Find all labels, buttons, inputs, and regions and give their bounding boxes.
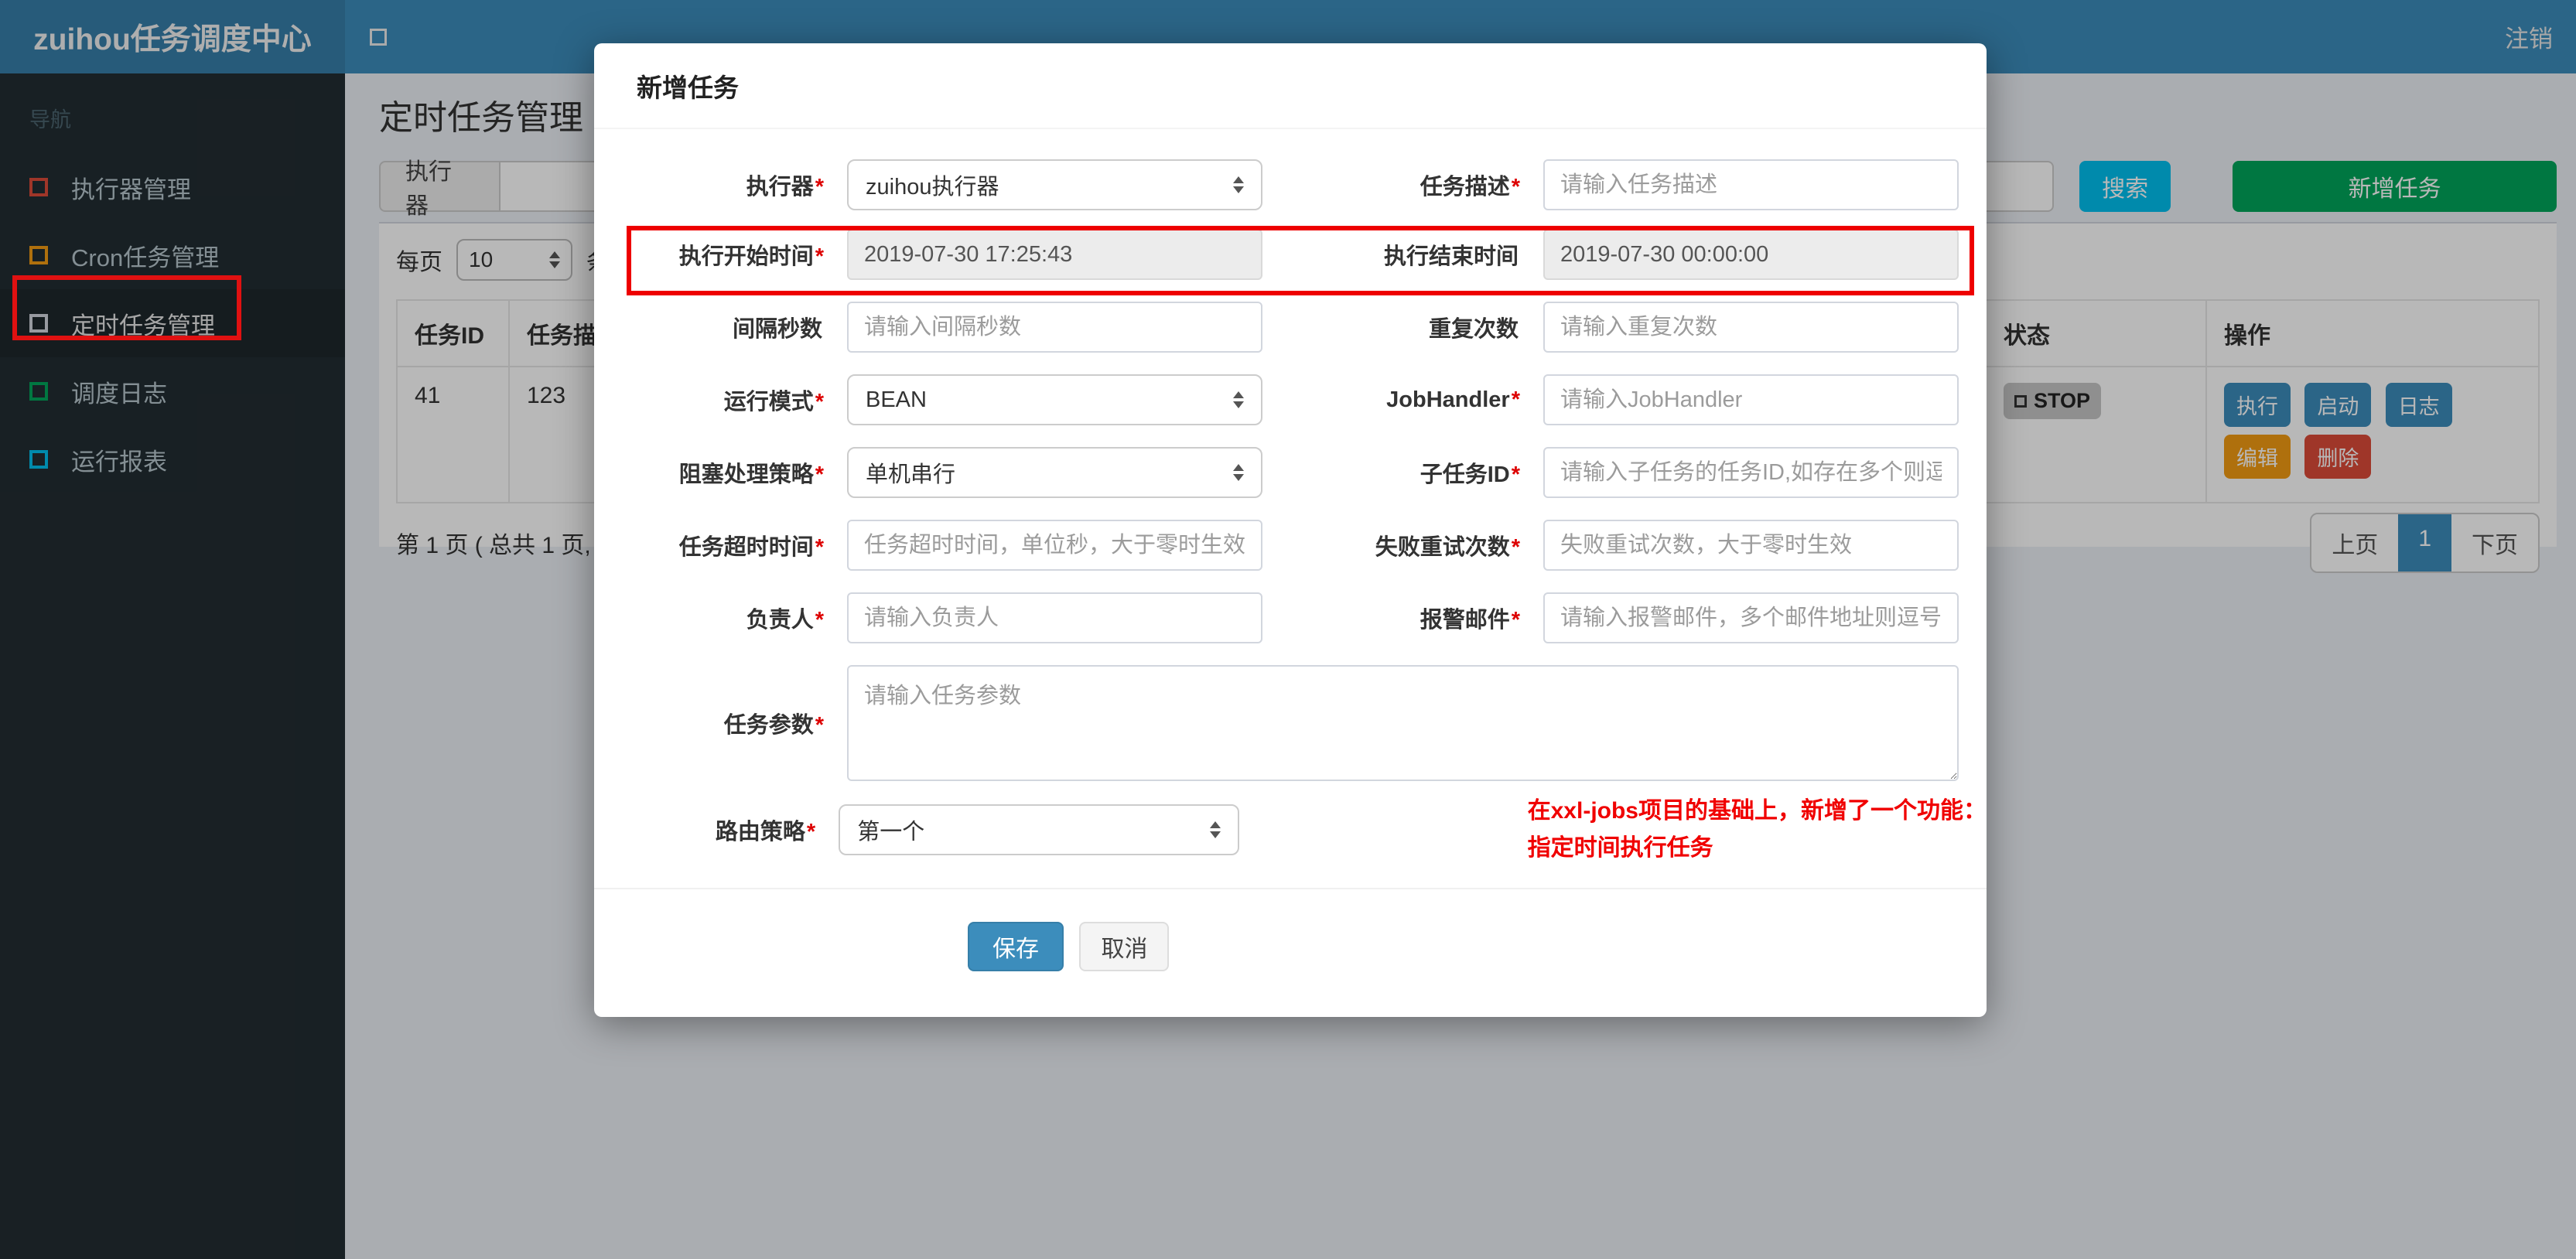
interval-input[interactable] — [847, 302, 1262, 353]
route-strategy-select[interactable]: 第一个 — [839, 804, 1239, 855]
modal-footer: 保存 取消 — [594, 888, 1987, 971]
job-handler-input[interactable] — [1543, 374, 1959, 425]
block-strategy-label: 阻塞处理策略* — [678, 462, 824, 487]
child-job-label: 子任务ID* — [1420, 462, 1520, 487]
owner-input[interactable] — [847, 592, 1262, 643]
feature-note-line2: 指定时间执行任务 — [1527, 835, 1713, 861]
block-strategy-select[interactable]: 单机串行 — [847, 447, 1262, 498]
start-time-input[interactable] — [847, 229, 1262, 280]
run-mode-label: 运行模式* — [723, 390, 824, 415]
feature-note: 在xxl-jobs项目的基础上，新增了一个功能： 指定时间执行任务 — [1528, 793, 1987, 867]
cancel-button[interactable]: 取消 — [1079, 922, 1170, 971]
screen: zuihou任务调度中心 注销 导航 执行器管理 Cron任务管理 定时任务管理… — [0, 0, 2576, 1259]
form-row: 运行模式* BEAN JobHandler* — [594, 374, 1987, 425]
timeout-label: 任务超时时间* — [678, 535, 824, 560]
select-carets-icon — [1233, 464, 1244, 481]
save-button[interactable]: 保存 — [968, 922, 1064, 971]
job-desc-label: 任务描述* — [1420, 175, 1520, 200]
end-time-input[interactable] — [1543, 229, 1959, 280]
executor-label: 执行器* — [746, 175, 824, 200]
select-carets-icon — [1233, 391, 1244, 408]
form-row: 阻塞处理策略* 单机串行 子任务ID* — [594, 447, 1987, 498]
end-time-label: 执行结束时间 — [1383, 244, 1519, 269]
retry-label: 失败重试次数* — [1375, 535, 1520, 560]
repeat-input[interactable] — [1543, 302, 1959, 353]
select-carets-icon — [1209, 821, 1221, 838]
feature-note-line1: 在xxl-jobs项目的基础上，新增了一个功能： — [1527, 798, 1987, 824]
form-row-job-param: 任务参数* — [594, 665, 1987, 781]
form-row: 任务超时时间* 失败重试次数* — [594, 520, 1987, 571]
add-task-modal: 新增任务 执行器* zuihou执行器 任务描述* 执行开始时间* 执行结束时间… — [594, 43, 1987, 1017]
executor-select[interactable]: zuihou执行器 — [847, 159, 1262, 210]
run-mode-select-value: BEAN — [866, 387, 927, 412]
alarm-email-input[interactable] — [1543, 592, 1959, 643]
form-row: 负责人* 报警邮件* — [594, 592, 1987, 643]
form-row-exec-times: 执行开始时间* 执行结束时间 — [594, 229, 1987, 280]
job-handler-label: JobHandler* — [1386, 387, 1520, 412]
repeat-label: 重复次数 — [1428, 317, 1519, 342]
executor-select-value: zuihou执行器 — [866, 175, 999, 200]
modal-header: 新增任务 — [594, 43, 1987, 129]
form-row: 间隔秒数 重复次数 — [594, 302, 1987, 353]
route-strategy-label: 路由策略* — [715, 820, 816, 844]
block-strategy-select-value: 单机串行 — [866, 462, 956, 487]
interval-label: 间隔秒数 — [732, 317, 822, 342]
route-strategy-select-value: 第一个 — [857, 820, 925, 844]
alarm-email-label: 报警邮件* — [1420, 608, 1520, 633]
retry-input[interactable] — [1543, 520, 1959, 571]
owner-label: 负责人* — [746, 608, 824, 633]
form-row: 执行器* zuihou执行器 任务描述* — [594, 159, 1987, 210]
start-time-label: 执行开始时间* — [678, 244, 824, 269]
modal-title: 新增任务 — [637, 73, 739, 102]
timeout-input[interactable] — [847, 520, 1262, 571]
job-param-label: 任务参数* — [723, 713, 824, 738]
child-job-input[interactable] — [1543, 447, 1959, 498]
job-desc-input[interactable] — [1543, 159, 1959, 210]
job-param-textarea[interactable] — [847, 665, 1959, 781]
form-row-route: 路由策略* 第一个 在xxl-jobs项目的基础上，新增了一个功能： 指定时间执… — [594, 798, 1987, 861]
run-mode-select[interactable]: BEAN — [847, 374, 1262, 425]
select-carets-icon — [1233, 176, 1244, 193]
